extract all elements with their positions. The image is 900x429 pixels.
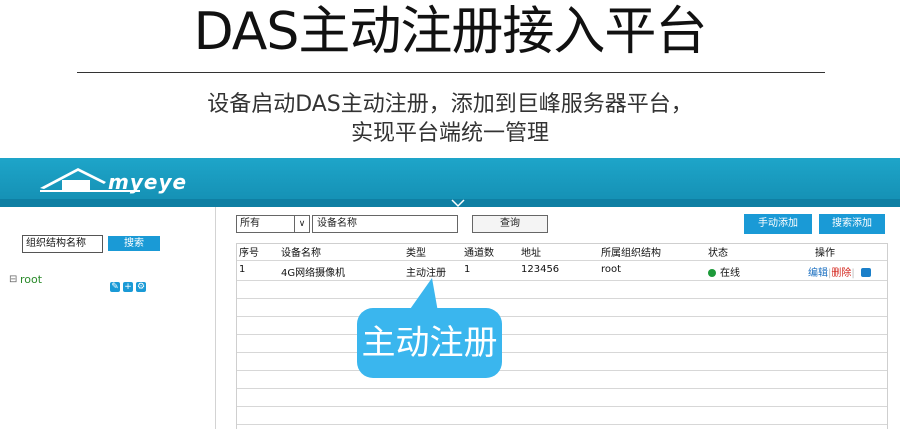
row-divider	[237, 260, 887, 261]
manual-add-button[interactable]: 手动添加	[744, 214, 812, 234]
status-text: 在线	[720, 268, 740, 279]
more-settings-icon[interactable]	[860, 268, 871, 277]
column-header: 所属组织结构	[601, 248, 661, 259]
chevron-down-icon[interactable]	[450, 198, 466, 208]
tree-node-actions: ✎ + ⚙	[110, 274, 149, 293]
page-title: DAS主动注册接入平台	[193, 2, 708, 62]
row-divider	[237, 280, 887, 281]
row-divider	[237, 298, 887, 299]
cell-channels: 1	[464, 264, 471, 275]
row-divider	[237, 406, 887, 407]
cell-actions: 编辑|删除|	[808, 264, 871, 279]
column-header: 设备名称	[281, 248, 321, 259]
cell-device-name: 4G网络摄像机	[281, 268, 346, 279]
cell-org: root	[601, 264, 622, 275]
subtitle-line-1: 设备启动DAS主动注册，添加到巨峰服务器平台，	[207, 92, 693, 117]
edit-node-icon[interactable]: ✎	[110, 282, 120, 292]
cell-address: 123456	[521, 264, 560, 275]
row-divider	[237, 334, 887, 335]
org-search-input[interactable]: 组织结构名称	[22, 235, 103, 253]
type-filter-select[interactable]: 所有 ∨	[236, 215, 310, 233]
device-name-input[interactable]: 设备名称	[312, 215, 458, 233]
column-header: 类型	[406, 248, 426, 259]
online-status-icon	[708, 269, 716, 277]
column-header: 通道数	[464, 248, 494, 259]
column-header: 地址	[521, 248, 541, 259]
tree-node-root[interactable]: root	[20, 273, 42, 286]
cell-index: 1	[239, 264, 246, 275]
row-divider	[237, 370, 887, 371]
delete-link[interactable]: 删除	[831, 268, 851, 279]
action-separator: |	[851, 268, 855, 279]
column-header: 序号	[239, 248, 259, 259]
column-header: 操作	[815, 248, 835, 259]
gear-icon[interactable]: ⚙	[136, 282, 146, 292]
chevron-down-icon[interactable]: ∨	[294, 216, 309, 232]
cell-type: 主动注册	[406, 268, 446, 279]
app-logo[interactable]: myeye	[108, 170, 187, 194]
row-divider	[237, 424, 887, 425]
panel-divider	[215, 207, 216, 429]
row-divider	[237, 316, 887, 317]
tree-collapse-icon[interactable]: ⊟	[9, 274, 17, 285]
cell-status: 在线	[708, 264, 740, 279]
search-add-button[interactable]: 搜索添加	[819, 214, 885, 234]
subtitle-line-2: 实现平台端统一管理	[350, 121, 549, 146]
column-header: 状态	[708, 248, 728, 259]
row-divider	[237, 388, 887, 389]
callout-bubble: 主动注册	[357, 308, 502, 378]
edit-link[interactable]: 编辑	[808, 268, 828, 279]
callout-pointer	[408, 278, 438, 312]
org-search-button[interactable]: 搜索	[108, 236, 160, 251]
add-node-icon[interactable]: +	[123, 282, 133, 292]
row-divider	[237, 352, 887, 353]
query-button[interactable]: 查询	[472, 215, 548, 233]
title-divider	[77, 72, 825, 73]
type-filter-value: 所有	[240, 218, 260, 229]
